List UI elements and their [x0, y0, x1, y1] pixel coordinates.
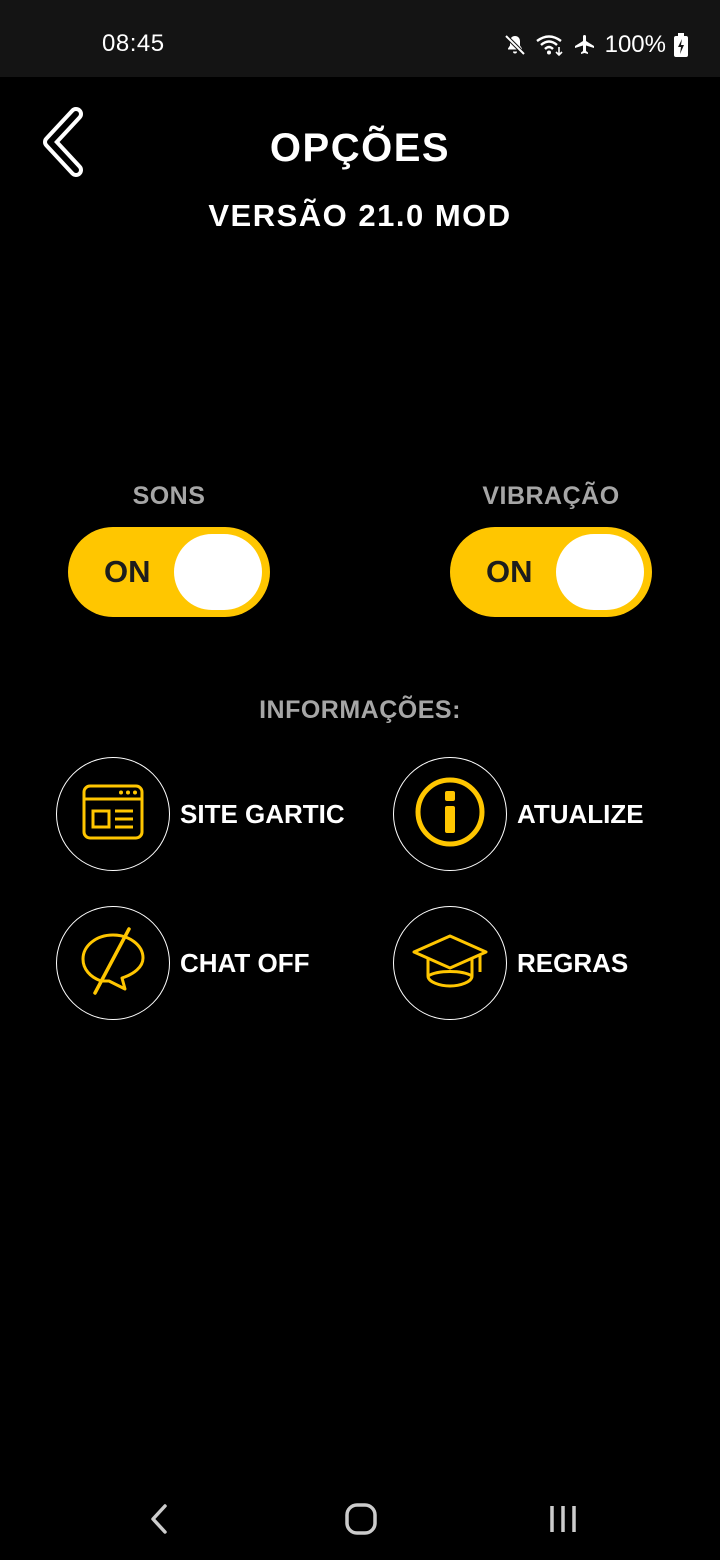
mute-icon [503, 33, 527, 57]
recents-icon [546, 1502, 580, 1541]
vibration-toggle[interactable]: ON [450, 527, 652, 617]
home-icon [343, 1501, 379, 1542]
sounds-label: SONS [132, 482, 206, 510]
sounds-toggle[interactable]: ON [68, 527, 270, 617]
airplane-icon [573, 33, 597, 57]
wifi-icon [535, 33, 565, 57]
back-icon [147, 1502, 171, 1541]
toggle-knob [556, 534, 644, 610]
regras-label: REGRAS [517, 947, 629, 978]
nav-recents-button[interactable] [533, 1496, 593, 1546]
site-gartic-label: SITE GARTIC [180, 798, 345, 829]
regras-circle [393, 906, 507, 1020]
site-gartic-button[interactable]: SITE GARTIC [56, 757, 345, 871]
chat-off-label: CHAT OFF [180, 947, 310, 978]
info-icon [414, 776, 486, 853]
site-gartic-circle [56, 757, 170, 871]
chat-off-icon [77, 925, 149, 1002]
nav-home-button[interactable] [331, 1496, 391, 1546]
regras-button[interactable]: REGRAS [393, 906, 628, 1020]
chat-off-circle [56, 906, 170, 1020]
info-heading: INFORMAÇÕES: [259, 696, 461, 724]
version-label: VERSÃO 21.0 MOD [208, 198, 512, 233]
toggle-knob [174, 534, 262, 610]
toggle-state-text: ON [104, 554, 151, 589]
website-icon [81, 783, 145, 846]
graduation-cap-icon [410, 932, 490, 995]
toggle-state-text: ON [486, 554, 533, 589]
status-icons: 100% [503, 28, 688, 62]
atualize-button[interactable]: ATUALIZE [393, 757, 644, 871]
atualize-circle [393, 757, 507, 871]
atualize-label: ATUALIZE [517, 798, 644, 829]
page-title: OPÇÕES [269, 126, 451, 170]
navigation-bar [0, 1480, 720, 1560]
status-time: 08:45 [102, 30, 165, 57]
chat-off-button[interactable]: CHAT OFF [56, 906, 310, 1020]
status-bar: 08:45 100% [0, 0, 720, 77]
battery-percentage: 100% [604, 31, 666, 58]
vibration-label: VIBRAÇÃO [482, 482, 620, 510]
battery-charging-icon [674, 33, 688, 57]
sounds-setting: SONS ON [68, 482, 270, 617]
nav-back-button[interactable] [129, 1496, 189, 1546]
vibration-setting: VIBRAÇÃO ON [450, 482, 652, 617]
